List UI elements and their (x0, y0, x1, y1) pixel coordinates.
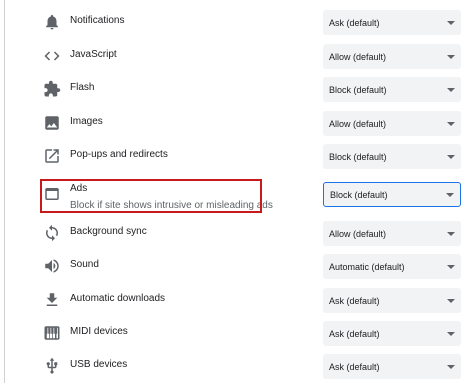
chevron-down-icon (447, 299, 455, 303)
midi-devices-select[interactable]: Ask (default) (323, 321, 461, 346)
select-value: Block (default) (330, 190, 388, 200)
setting-label: Pop-ups and redirects (70, 149, 168, 160)
chevron-down-icon (447, 88, 455, 92)
setting-label: Automatic downloads (70, 293, 166, 304)
javascript-select[interactable]: Allow (default) (323, 44, 461, 69)
sync-icon (43, 224, 61, 242)
setting-row-images: Images Allow (default) (0, 107, 474, 140)
usb-devices-select[interactable]: Ask (default) (323, 354, 461, 379)
setting-label: Background sync (70, 226, 147, 237)
background-sync-select[interactable]: Allow (default) (323, 221, 461, 246)
setting-label: MIDI devices (70, 326, 128, 337)
select-value: Ask (default) (329, 296, 380, 306)
usb-icon (43, 357, 61, 375)
code-icon (43, 47, 61, 65)
ads-select[interactable]: Block (default) (323, 182, 461, 207)
select-value: Ask (default) (329, 362, 380, 372)
select-value: Allow (default) (329, 119, 387, 129)
select-value: Ask (default) (329, 18, 380, 28)
images-select[interactable]: Allow (default) (323, 111, 461, 136)
select-value: Block (default) (329, 152, 387, 162)
setting-row-popups: Pop-ups and redirects Block (default) (0, 140, 474, 173)
chevron-down-icon (447, 332, 455, 336)
midi-icon (43, 324, 61, 342)
setting-label: JavaScript (70, 49, 117, 60)
chevron-down-icon (447, 55, 455, 59)
select-value: Allow (default) (329, 52, 387, 62)
chevron-down-icon (446, 193, 454, 197)
chevron-down-icon (447, 365, 455, 369)
setting-row-notifications: Notifications Ask (default) (0, 6, 474, 39)
image-icon (43, 114, 61, 132)
select-value: Allow (default) (329, 229, 387, 239)
chevron-down-icon (447, 21, 455, 25)
setting-label: Notifications (70, 15, 125, 26)
sound-select[interactable]: Automatic (default) (323, 254, 461, 279)
setting-label: Images (70, 116, 103, 127)
setting-row-midi-devices: MIDI devices Ask (default) (0, 317, 474, 350)
select-value: Ask (default) (329, 329, 380, 339)
select-value: Block (default) (329, 85, 387, 95)
puzzle-icon (43, 80, 61, 98)
download-icon (43, 291, 61, 309)
setting-row-sound: Sound Automatic (default) (0, 250, 474, 283)
setting-label: Sound (70, 259, 99, 270)
setting-row-javascript: JavaScript Allow (default) (0, 40, 474, 73)
select-value: Automatic (default) (329, 262, 405, 272)
ads-highlight-box (40, 179, 262, 213)
speaker-icon (43, 257, 61, 275)
flash-select[interactable]: Block (default) (323, 77, 461, 102)
setting-row-background-sync: Background sync Allow (default) (0, 217, 474, 250)
chevron-down-icon (447, 122, 455, 126)
automatic-downloads-select[interactable]: Ask (default) (323, 288, 461, 313)
setting-label: Flash (70, 82, 95, 93)
popups-select[interactable]: Block (default) (323, 144, 461, 169)
setting-label: USB devices (70, 359, 128, 370)
chevron-down-icon (447, 232, 455, 236)
setting-row-flash: Flash Block (default) (0, 73, 474, 106)
external-link-icon (43, 147, 61, 165)
chevron-down-icon (447, 265, 455, 269)
bell-icon (43, 13, 61, 31)
setting-row-automatic-downloads: Automatic downloads Ask (default) (0, 284, 474, 317)
chevron-down-icon (447, 155, 455, 159)
setting-row-usb-devices: USB devices Ask (default) (0, 350, 474, 383)
notifications-select[interactable]: Ask (default) (323, 10, 461, 35)
